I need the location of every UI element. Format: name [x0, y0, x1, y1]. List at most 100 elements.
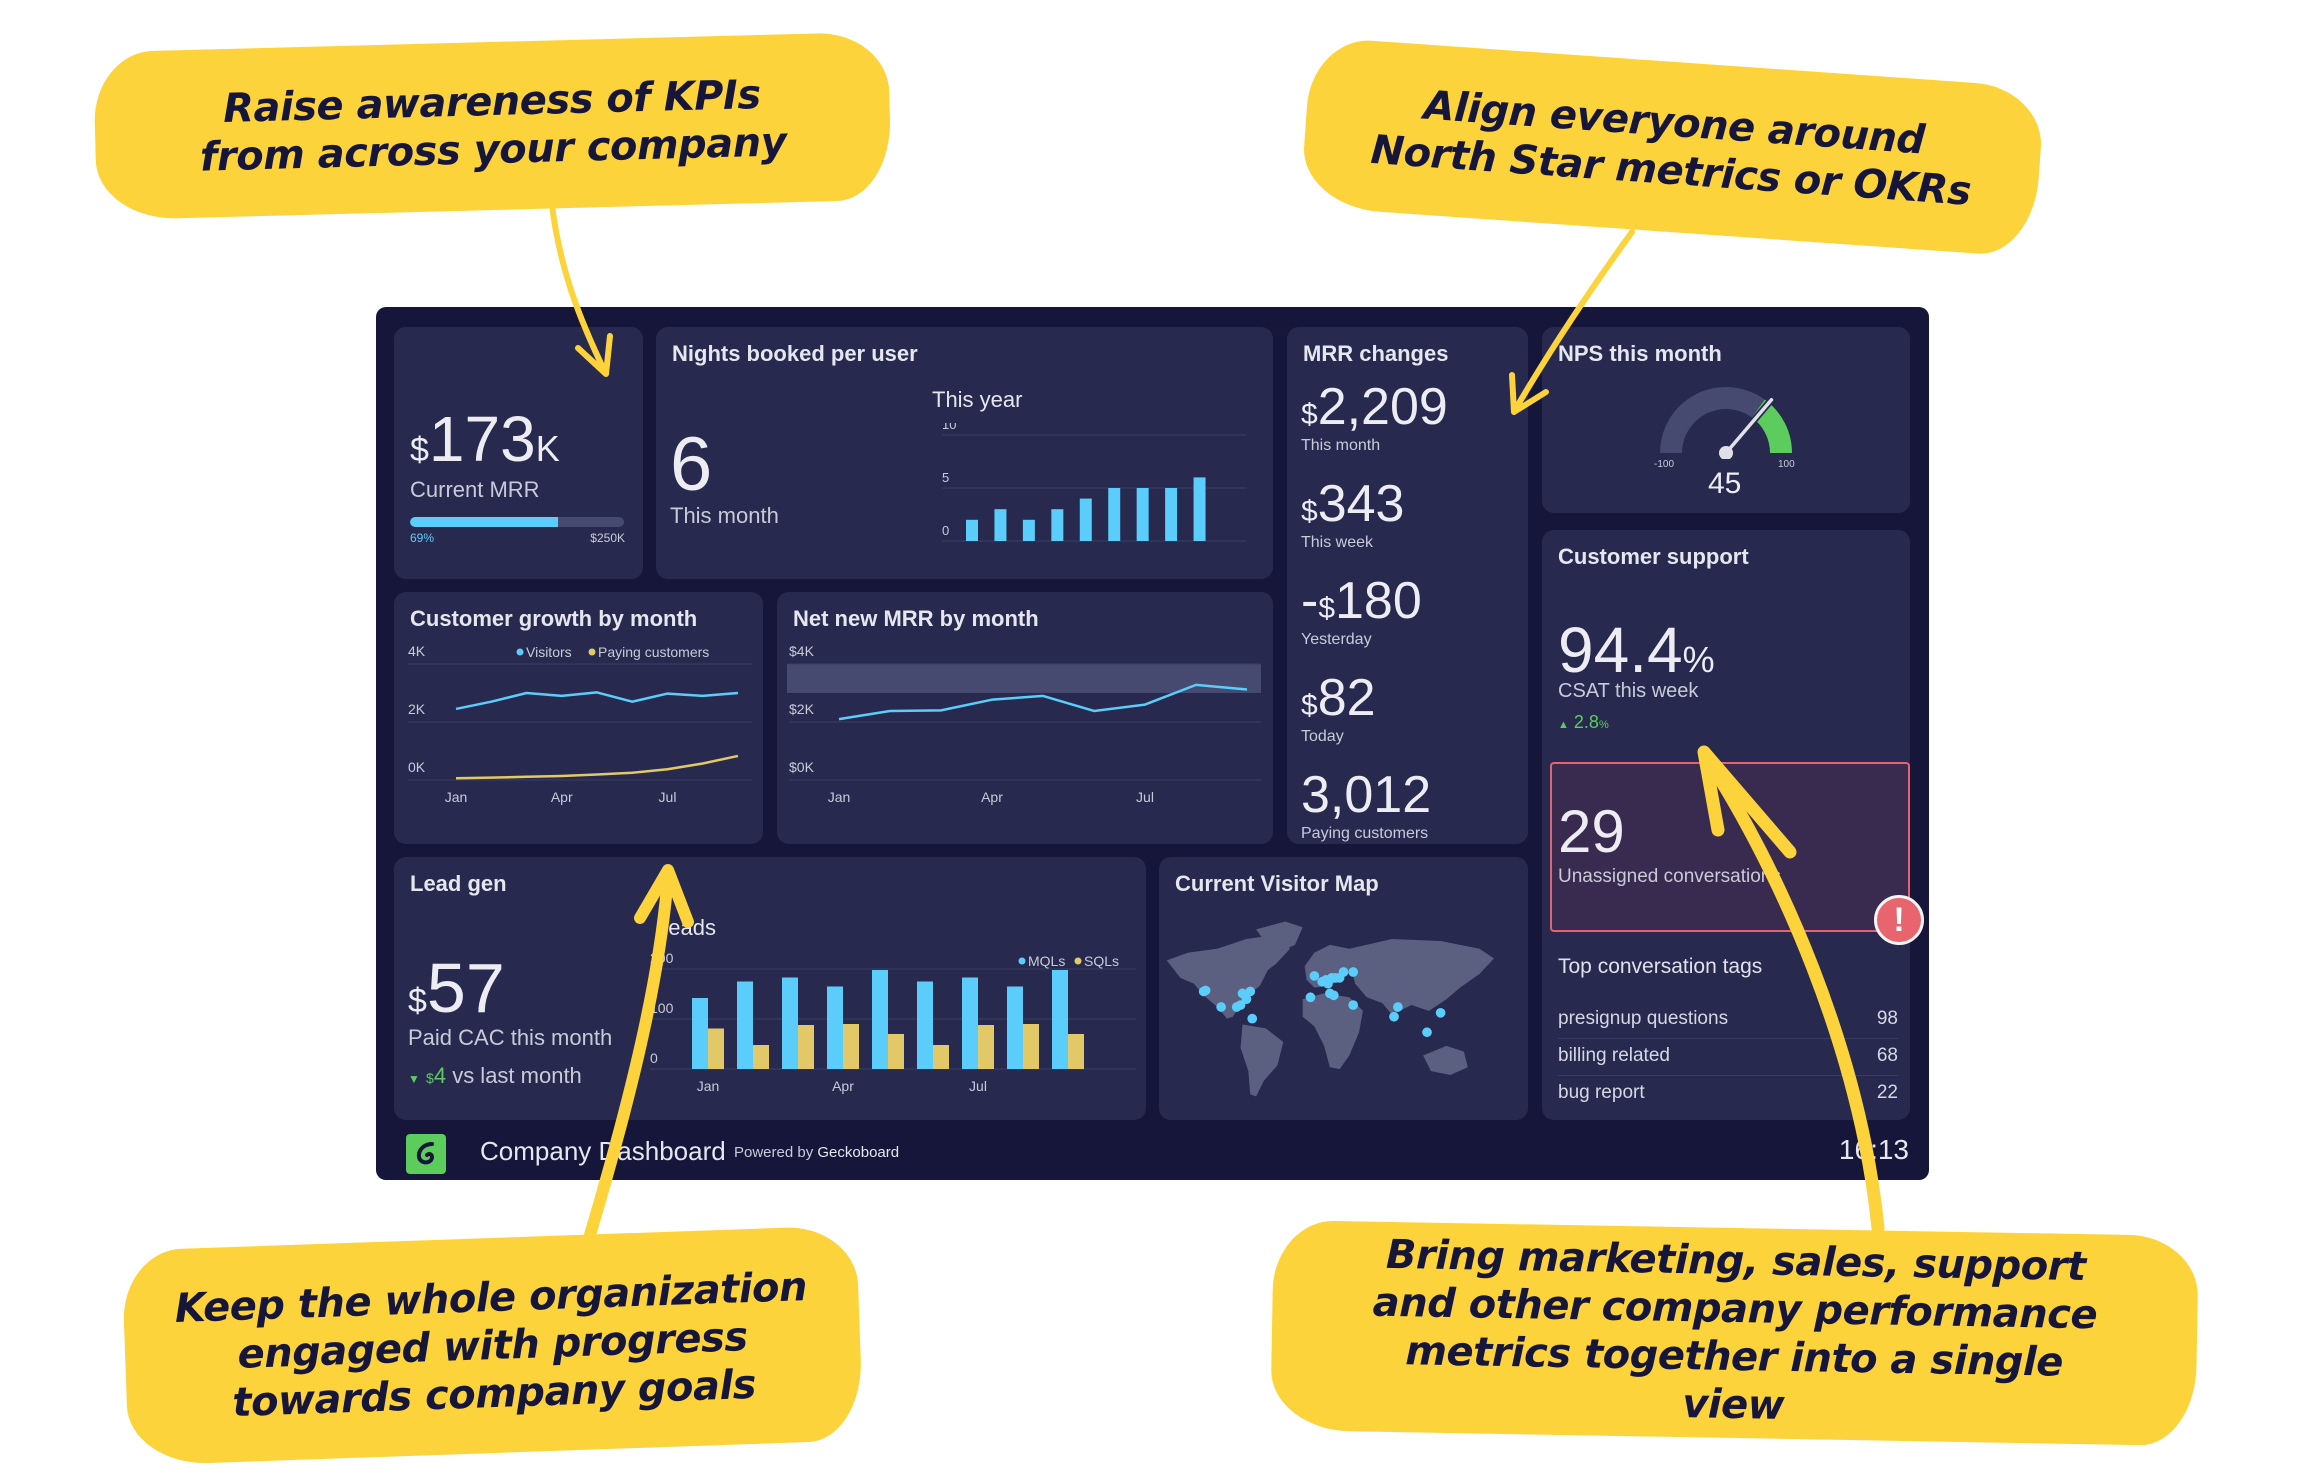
currency: $ — [1318, 592, 1336, 625]
mrr-change-label: Yesterday — [1301, 631, 1372, 648]
bar-sqls — [888, 1034, 904, 1069]
visitor-dot[interactable] — [1393, 1002, 1403, 1012]
number: 343 — [1317, 475, 1405, 533]
bar — [1108, 488, 1121, 541]
geckoboard-link[interactable]: Geckoboard — [817, 1144, 899, 1161]
bar — [1079, 498, 1092, 541]
callout-text: Keep the whole organization engaged with… — [173, 1263, 808, 1426]
y-tick-label: $0K — [789, 759, 815, 775]
widget-title: Nights booked per user — [672, 341, 918, 366]
visitor-dot[interactable] — [1435, 1007, 1446, 1018]
number: 82 — [1317, 669, 1376, 727]
widget-visitor-map[interactable]: Current Visitor Map — [1159, 857, 1528, 1120]
nights-label: This month — [670, 503, 779, 528]
visitor-dot[interactable] — [1216, 1002, 1227, 1012]
leads-bar-chart: 0 100 200 Jan Apr Jul MQLs SQLs — [650, 951, 1136, 1094]
callout-keep-engaged: Keep the whole organization engaged with… — [121, 1225, 864, 1466]
bar-sqls — [1023, 1024, 1039, 1069]
currency: $ — [1301, 398, 1318, 431]
widget-customer-support[interactable]: Customer support 94.4% CSAT this week ▲ … — [1542, 530, 1924, 1120]
powered-prefix: Powered by — [734, 1144, 814, 1161]
leads-chart-title: Leads — [656, 915, 716, 940]
widget-nps[interactable]: NPS this month -100 100 45 — [1542, 327, 1910, 513]
visitor-dot[interactable] — [1323, 978, 1333, 989]
bar-mqls — [917, 981, 933, 1069]
x-tick-label: Jan — [445, 789, 468, 805]
visitor-dot[interactable] — [1309, 971, 1320, 981]
widget-customer-growth[interactable]: Customer growth by month 0K 2K 4K Jan Apr Jul… — [394, 592, 763, 844]
clock-time: 16:13 — [1838, 1134, 1909, 1165]
australia — [1423, 1045, 1468, 1075]
callout-text: Bring marketing, sales, support and othe… — [1372, 1231, 2098, 1429]
mrr-change-item: $82 Today — [1301, 672, 1376, 746]
x-tick-label: Jan — [828, 789, 851, 805]
legend-dot-paying — [588, 648, 596, 656]
legend-dot-visitors — [516, 648, 524, 656]
widget-net-new-mrr[interactable]: Net new MRR by month $0K $2K $4K Jan Apr Jul — [777, 592, 1273, 844]
nights-chart-title: This year — [932, 387, 1023, 412]
mrr-change-label: Today — [1301, 728, 1344, 745]
csat-change-unit: % — [1598, 719, 1609, 731]
csat-number: 94.4 — [1558, 614, 1683, 686]
mrr-change-label: This week — [1301, 534, 1374, 551]
unassigned-value: 29 — [1558, 798, 1625, 865]
widget-title: Customer support — [1558, 544, 1749, 569]
dashboard-title: Company Dashboard — [480, 1136, 726, 1166]
visitor-dot[interactable] — [1305, 992, 1316, 1003]
visitor-dot[interactable] — [1348, 1000, 1359, 1010]
y-tick-label: 0 — [650, 1050, 658, 1066]
bar-mqls — [1052, 970, 1068, 1069]
cac-number: 57 — [426, 949, 505, 1027]
mrr-progress-percent: 69% — [410, 531, 435, 545]
cac-change-value: 4 — [433, 1063, 447, 1088]
y-tick-label: $4K — [789, 643, 815, 659]
tag-row[interactable]: presignup questions 98 — [1558, 1008, 1898, 1039]
cac-change-label: vs last month — [452, 1063, 582, 1088]
widget-nights-booked[interactable]: Nights booked per user 6 This month This… — [656, 327, 1273, 579]
y-tick-label: 100 — [650, 1000, 674, 1016]
visitor-dot[interactable] — [1200, 985, 1211, 996]
mrr-currency: $ — [410, 431, 429, 469]
visitor-dot[interactable] — [1328, 990, 1339, 1001]
visitor-dot[interactable] — [1338, 967, 1349, 977]
mrr-label: Current MRR — [410, 477, 540, 502]
widget-mrr-changes[interactable]: MRR changes $2,209 This month $343 This wee… — [1287, 327, 1528, 844]
y-tick-label: 200 — [650, 951, 674, 966]
visitor-dot[interactable] — [1389, 1011, 1399, 1022]
powered-by: Powered by Geckoboard — [734, 1144, 899, 1161]
number: 180 — [1335, 572, 1422, 630]
csat-label: CSAT this week — [1558, 680, 1699, 702]
nps-min-label: -100 — [1654, 459, 1675, 470]
number: 2,209 — [1317, 378, 1448, 436]
visitor-dot[interactable] — [1231, 1002, 1242, 1012]
widget-title: Customer growth by month — [410, 606, 698, 631]
mrr-progress-fill — [410, 517, 558, 527]
bar — [966, 519, 978, 541]
bar — [1136, 488, 1149, 541]
visitor-dot[interactable] — [1422, 1027, 1432, 1038]
asia — [1349, 939, 1495, 1015]
legend-dot-mqls — [1018, 957, 1026, 965]
geckoboard-logo-icon — [406, 1134, 446, 1174]
customer-growth-line-chart: 0K 2K 4K Jan Apr Jul Visitors Paying customers — [408, 643, 752, 805]
cac-change-currency: $ — [426, 1070, 434, 1086]
bar-mqls — [1007, 986, 1023, 1069]
legend-label-visitors: Visitors — [526, 644, 572, 660]
y-tick-label: 4K — [408, 643, 426, 659]
csat-change-value: 2.8 — [1573, 712, 1599, 732]
tag-row[interactable]: bug report 22 — [1558, 1082, 1898, 1112]
widget-current-mrr[interactable]: $173K Current MRR 69% $250K — [394, 327, 643, 579]
widget-lead-gen[interactable]: Lead gen $57 Paid CAC this month ▼ $4 vs… — [394, 857, 1146, 1120]
visitor-dot[interactable] — [1348, 967, 1359, 977]
legend-label-mqls: MQLs — [1028, 953, 1065, 969]
x-tick-label: Jul — [659, 789, 677, 805]
visitor-dot[interactable] — [1247, 1013, 1258, 1024]
legend-dot-sqls — [1074, 957, 1082, 965]
bar — [1051, 509, 1064, 541]
unassigned-label: Unassigned conversations — [1558, 866, 1781, 887]
cac-change: ▼ $4 vs last month — [408, 1063, 582, 1089]
tag-row[interactable]: billing related 68 — [1558, 1045, 1898, 1076]
widget-title: Current Visitor Map — [1175, 871, 1379, 896]
dashboard: $173K Current MRR 69% $250K Nights booke… — [376, 307, 1929, 1180]
mrr-change-item: -$180 Yesterday — [1301, 575, 1422, 649]
